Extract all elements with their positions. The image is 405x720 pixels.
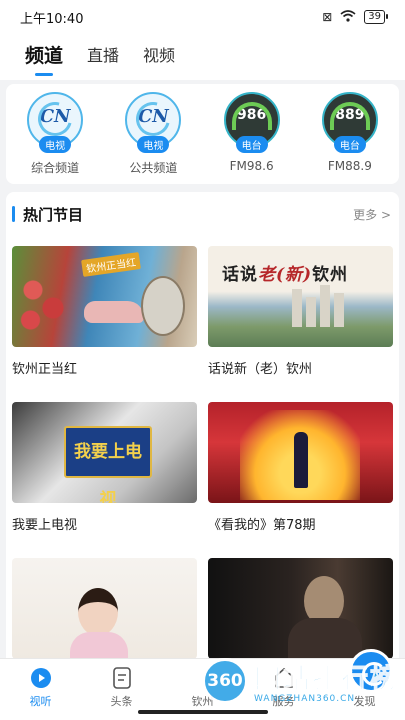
section-header: 热门节目 更多 >	[6, 192, 399, 236]
channel-label: FM98.6	[229, 159, 274, 173]
channel-badge: 电视	[137, 136, 170, 153]
radio-logo-icon: 986 电台	[223, 92, 280, 153]
channel-fm889[interactable]: 889 电台 FM88.9	[310, 92, 390, 184]
program-title: 《看我的》第78期	[208, 518, 316, 533]
program-thumbnail: 钦州正当红	[12, 246, 197, 347]
wifi-icon	[340, 9, 356, 25]
more-link[interactable]: 更多 >	[353, 206, 391, 223]
program-title: 钦州正当红	[12, 362, 78, 377]
channels-card: CN 电视 综合频道 CN 电视 公共频道 986 电台 FM98.6 889 …	[6, 84, 399, 184]
program-card[interactable]: 话说老(新)钦州 话说新（老）钦州	[208, 246, 393, 377]
program-thumbnail: 我要上电视	[12, 402, 197, 503]
status-time: 上午10:40	[20, 11, 84, 27]
tab-live[interactable]: 直播	[87, 34, 119, 80]
play-icon	[30, 667, 52, 689]
channel-badge: 电视	[39, 136, 72, 153]
channel-label: 综合频道	[31, 161, 80, 175]
program-title: 话说新（老）钦州	[208, 362, 313, 377]
home-indicator	[137, 710, 268, 714]
hot-programs-section: 热门节目 更多 > 钦州正当红 钦州正当红 话说老(新)钦州 话说新（老）钦州	[6, 192, 399, 662]
thumbnail-caption: 话说老(新)钦州	[222, 265, 349, 285]
program-thumbnail	[208, 558, 393, 659]
status-bar: 上午10:40 ⊠ 39	[0, 0, 405, 34]
top-tabs: 频道 直播 视频	[0, 34, 405, 80]
channel-fm986[interactable]: 986 电台 FM98.6	[212, 92, 292, 184]
tab-video[interactable]: 视频	[143, 34, 175, 80]
channel-label: FM88.9	[327, 159, 372, 173]
watermark-text: 网站排行榜	[254, 664, 399, 696]
program-title: 我要上电视	[12, 518, 78, 533]
program-thumbnail	[12, 558, 197, 659]
channel-badge: 电台	[333, 136, 366, 153]
radio-logo-icon: 889 电台	[321, 92, 378, 153]
program-thumbnail	[208, 402, 393, 503]
program-card[interactable]	[208, 558, 393, 659]
program-card[interactable]: 钦州正当红 钦州正当红	[12, 246, 197, 377]
program-card[interactable]: 《看我的》第78期	[208, 402, 393, 533]
nav-headlines[interactable]: 头条	[87, 667, 157, 709]
channel-label: 公共频道	[129, 161, 178, 175]
section-title: 热门节目	[12, 204, 83, 225]
nav-watch[interactable]: 视听	[6, 667, 76, 709]
channel-public[interactable]: CN 电视 公共频道	[113, 92, 193, 184]
program-card[interactable]: 我要上电视 我要上电视	[12, 402, 197, 533]
watermark-badge-icon: 360	[202, 657, 248, 704]
status-icons: ⊠ 39	[322, 9, 388, 25]
program-card[interactable]	[12, 558, 197, 659]
thumbnail-tag: 钦州正当红	[81, 252, 141, 277]
program-thumbnail: 话说老(新)钦州	[208, 246, 393, 347]
battery-icon: 39	[364, 10, 388, 24]
channel-general[interactable]: CN 电视 综合频道	[15, 92, 95, 184]
tv-logo-icon: CN 电视	[27, 92, 84, 153]
thumbnail-logo: 我要上电视	[64, 426, 152, 503]
tv-logo-icon: CN 电视	[125, 92, 182, 153]
watermark-logo: 360 网站排行榜 WANGZHAN360.CN	[202, 657, 399, 704]
mute-icon: ⊠	[322, 10, 333, 24]
tab-channels[interactable]: 频道	[25, 34, 63, 80]
news-icon	[111, 667, 133, 689]
channel-badge: 电台	[235, 136, 268, 153]
